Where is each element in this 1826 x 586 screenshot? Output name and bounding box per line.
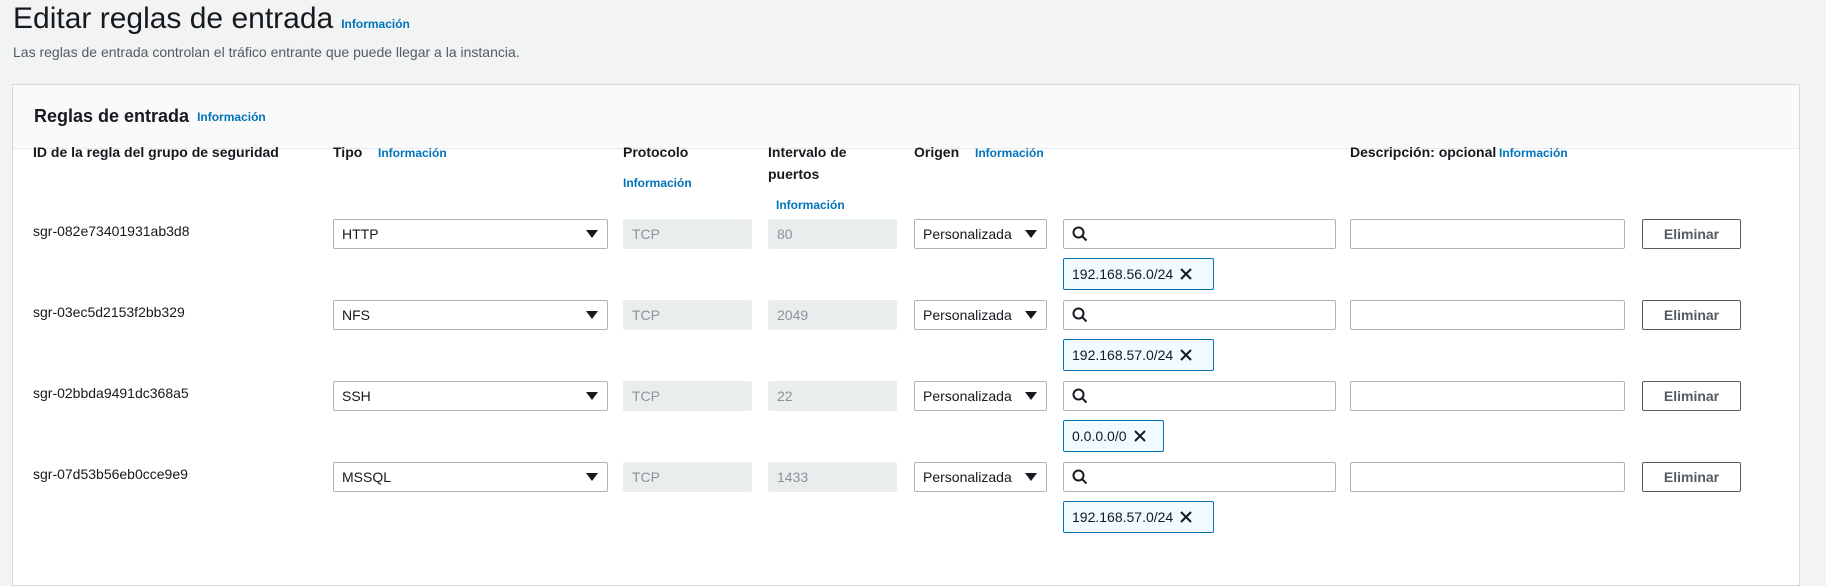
col-protocol-info-link[interactable]: Información [623, 176, 692, 190]
description-input[interactable] [1350, 381, 1625, 411]
caret-down-icon [1025, 230, 1037, 238]
cidr-token-label: 0.0.0.0/0 [1072, 428, 1127, 444]
source-select[interactable]: Personalizada [914, 381, 1047, 411]
description-input[interactable] [1350, 300, 1625, 330]
search-icon [1072, 307, 1088, 323]
col-header-source: Origen [914, 144, 960, 160]
col-header-description: Descripción: opcional [1350, 144, 1497, 160]
protocol-field: TCP [623, 219, 752, 249]
caret-down-icon [586, 392, 598, 400]
caret-down-icon [586, 473, 598, 481]
source-select[interactable]: Personalizada [914, 462, 1047, 492]
type-select[interactable]: MSSQL [333, 462, 608, 492]
col-type-info-link[interactable]: Información [378, 146, 447, 160]
close-icon[interactable] [1179, 267, 1203, 281]
description-input[interactable] [1350, 462, 1625, 492]
source-select-value: Personalizada [923, 388, 1012, 404]
port-range-field: 22 [768, 381, 897, 411]
cidr-search-input[interactable] [1063, 381, 1336, 411]
col-header-port-range: Intervalo de puertos [768, 141, 847, 185]
col-source-info-link[interactable]: Información [975, 146, 1044, 160]
port-range-field: 1433 [768, 462, 897, 492]
close-icon[interactable] [1179, 510, 1203, 524]
port-range-field: 80 [768, 219, 897, 249]
caret-down-icon [586, 311, 598, 319]
cidr-token-label: 192.168.57.0/24 [1072, 509, 1174, 525]
page-title-text: Editar reglas de entrada [13, 2, 334, 35]
close-icon[interactable] [1179, 348, 1203, 362]
type-select-value: SSH [342, 388, 371, 404]
caret-down-icon [586, 230, 598, 238]
col-port-range-info-link[interactable]: Información [776, 198, 845, 212]
delete-button[interactable]: Eliminar [1642, 300, 1741, 330]
type-select[interactable]: SSH [333, 381, 608, 411]
search-icon [1072, 469, 1088, 485]
close-icon[interactable] [1133, 429, 1157, 443]
cidr-search-input[interactable] [1063, 462, 1336, 492]
cidr-token: 192.168.56.0/24 [1063, 258, 1214, 290]
cidr-token-label: 192.168.56.0/24 [1072, 266, 1174, 282]
cidr-token: 192.168.57.0/24 [1063, 501, 1214, 533]
type-select-value: HTTP [342, 226, 379, 242]
source-select-value: Personalizada [923, 226, 1012, 242]
description-input[interactable] [1350, 219, 1625, 249]
page-title: Editar reglas de entrada Información [13, 2, 410, 36]
caret-down-icon [1025, 473, 1037, 481]
type-select-value: NFS [342, 307, 370, 323]
source-select[interactable]: Personalizada [914, 219, 1047, 249]
source-select-value: Personalizada [923, 469, 1012, 485]
rule-id: sgr-07d53b56eb0cce9e9 [33, 466, 188, 482]
source-select[interactable]: Personalizada [914, 300, 1047, 330]
panel-title: Reglas de entrada [34, 106, 190, 126]
protocol-field: TCP [623, 300, 752, 330]
page-subtitle: Las reglas de entrada controlan el tráfi… [13, 44, 520, 60]
search-icon [1072, 388, 1088, 404]
caret-down-icon [1025, 311, 1037, 319]
cidr-token: 0.0.0.0/0 [1063, 420, 1164, 452]
col-header-type: Tipo [333, 144, 363, 160]
type-select[interactable]: NFS [333, 300, 608, 330]
type-select-value: MSSQL [342, 469, 392, 485]
protocol-field: TCP [623, 462, 752, 492]
source-select-value: Personalizada [923, 307, 1012, 323]
delete-button[interactable]: Eliminar [1642, 381, 1741, 411]
col-header-protocol: Protocolo [623, 144, 689, 160]
cidr-search-input[interactable] [1063, 219, 1336, 249]
col-header-port-range-line1: Intervalo de [768, 144, 847, 160]
search-icon [1072, 226, 1088, 242]
type-select[interactable]: HTTP [333, 219, 608, 249]
cidr-search-input[interactable] [1063, 300, 1336, 330]
port-range-field: 2049 [768, 300, 897, 330]
page-info-link[interactable]: Información [341, 17, 410, 31]
col-description-info-link[interactable]: Información [1499, 146, 1568, 160]
panel-header: Reglas de entrada Información [13, 85, 1799, 149]
panel-info-link[interactable]: Información [197, 110, 266, 124]
cidr-token-label: 192.168.57.0/24 [1072, 347, 1174, 363]
col-header-port-range-line2: puertos [768, 166, 820, 182]
caret-down-icon [1025, 392, 1037, 400]
protocol-field: TCP [623, 381, 752, 411]
inbound-rules-panel: Reglas de entrada Información ID de la r… [12, 84, 1800, 586]
delete-button[interactable]: Eliminar [1642, 219, 1741, 249]
delete-button[interactable]: Eliminar [1642, 462, 1741, 492]
rule-id: sgr-02bbda9491dc368a5 [33, 385, 189, 401]
cidr-token: 192.168.57.0/24 [1063, 339, 1214, 371]
rule-id: sgr-082e73401931ab3d8 [33, 223, 190, 239]
col-header-rule-id: ID de la regla del grupo de seguridad [33, 144, 279, 160]
rule-id: sgr-03ec5d2153f2bb329 [33, 304, 185, 320]
